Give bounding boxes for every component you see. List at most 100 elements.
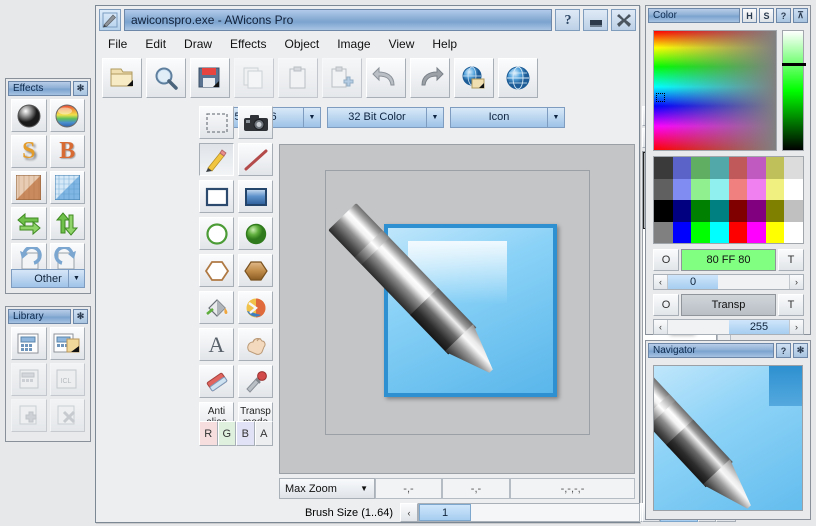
paste-button[interactable] (278, 58, 318, 98)
effects-close-icon[interactable]: ✻ (73, 81, 88, 96)
background-opaque-button[interactable]: O (653, 294, 679, 316)
smudge-tool-button[interactable] (238, 328, 273, 361)
palette-swatch[interactable] (747, 222, 766, 244)
palette-swatch[interactable] (710, 200, 729, 222)
color-palette[interactable] (653, 156, 804, 244)
library-close-icon[interactable]: ✻ (73, 309, 88, 324)
flip-horizontal-effect-button[interactable] (11, 207, 47, 240)
palette-swatch[interactable] (654, 157, 673, 179)
rainbow-sphere-effect-button[interactable] (50, 99, 86, 132)
bg-alpha-increase-button[interactable]: › (789, 320, 803, 334)
palette-swatch[interactable] (691, 222, 710, 244)
background-transparent-button[interactable]: T (778, 294, 804, 316)
brush-size-slider[interactable]: 1 (418, 503, 640, 522)
paste-as-new-button[interactable] (322, 58, 362, 98)
polygon-tool-button[interactable] (199, 254, 234, 287)
minimize-button[interactable] (583, 9, 608, 31)
palette-swatch[interactable] (784, 157, 803, 179)
palette-swatch[interactable] (673, 157, 692, 179)
palette-swatch[interactable] (784, 200, 803, 222)
bold-text-effect-button[interactable]: B (50, 135, 86, 168)
chevron-down-icon[interactable]: ▼ (426, 108, 443, 127)
chevron-down-icon[interactable]: ▼ (547, 108, 564, 127)
background-alpha-value[interactable]: 255 (729, 320, 789, 334)
brush-slider-thumb[interactable]: 1 (419, 504, 471, 521)
fill-tool-button[interactable] (199, 291, 234, 324)
alpha-increase-button[interactable]: › (789, 275, 803, 289)
library-icl-button[interactable]: ICL (50, 363, 86, 396)
library-export-button[interactable] (11, 363, 47, 396)
menu-edit[interactable]: Edit (136, 35, 175, 53)
globe-button[interactable] (498, 58, 538, 98)
filled-polygon-tool-button[interactable] (238, 254, 273, 287)
filled-rectangle-tool-button[interactable] (238, 180, 273, 213)
palette-swatch[interactable] (766, 179, 785, 201)
library-add-button[interactable] (11, 399, 47, 432)
chevron-down-icon[interactable]: ▼ (303, 108, 320, 127)
value-strip[interactable] (782, 30, 804, 151)
menu-file[interactable]: File (99, 35, 136, 53)
menu-image[interactable]: Image (328, 35, 379, 53)
text-tool-button[interactable]: A (199, 328, 234, 361)
menu-object[interactable]: Object (276, 35, 329, 53)
open-from-web-button[interactable] (454, 58, 494, 98)
palette-swatch[interactable] (729, 179, 748, 201)
navigator-close-button[interactable]: ✻ (793, 343, 808, 358)
color-help-button[interactable]: ? (776, 8, 791, 23)
palette-swatch[interactable] (710, 222, 729, 244)
select-tool-button[interactable] (199, 106, 234, 139)
channel-b-toggle[interactable]: B (236, 421, 255, 446)
depth-combo[interactable]: 32 Bit Color ▼ (327, 107, 444, 128)
eyedropper-tool-button[interactable] (238, 365, 273, 398)
search-button[interactable] (146, 58, 186, 98)
palette-swatch[interactable] (654, 200, 673, 222)
color-gradient-picker[interactable] (653, 30, 777, 151)
palette-swatch[interactable] (784, 179, 803, 201)
palette-swatch[interactable] (729, 200, 748, 222)
navigator-preview[interactable] (653, 365, 803, 511)
background-color-swatch[interactable]: Transp (681, 294, 776, 316)
zoom-combo[interactable]: Max Zoom ▼ (279, 478, 375, 499)
open-button[interactable] (102, 58, 142, 98)
palette-swatch[interactable] (766, 157, 785, 179)
foreground-transparent-button[interactable]: T (778, 249, 804, 271)
ellipse-tool-button[interactable] (199, 217, 234, 250)
library-save-button[interactable] (50, 327, 86, 360)
filled-ellipse-tool-button[interactable] (238, 217, 273, 250)
palette-swatch[interactable] (691, 179, 710, 201)
palette-swatch[interactable] (673, 222, 692, 244)
value-marker[interactable] (782, 63, 806, 66)
flip-vertical-effect-button[interactable] (50, 207, 86, 240)
channel-a-toggle[interactable]: A (255, 421, 274, 446)
chevron-down-icon[interactable]: ▼ (360, 484, 368, 493)
effects-other-button[interactable]: Other ▼ (11, 269, 85, 288)
help-button[interactable]: ? (555, 9, 580, 31)
palette-swatch[interactable] (673, 200, 692, 222)
foreground-opaque-button[interactable]: O (653, 249, 679, 271)
rectangle-tool-button[interactable] (199, 180, 234, 213)
palette-swatch[interactable] (710, 157, 729, 179)
save-button[interactable] (190, 58, 230, 98)
saturation-button[interactable]: S (759, 8, 774, 23)
canvas-area[interactable] (279, 144, 635, 474)
texture-effect-button[interactable] (11, 171, 47, 204)
menu-draw[interactable]: Draw (175, 35, 221, 53)
library-delete-button[interactable] (50, 399, 86, 432)
hue-button[interactable]: H (742, 8, 757, 23)
eraser-tool-button[interactable] (199, 365, 234, 398)
navigator-help-button[interactable]: ? (776, 343, 791, 358)
foreground-alpha-slider[interactable]: ‹ 0 › (653, 274, 804, 290)
palette-swatch[interactable] (747, 157, 766, 179)
shadow-text-effect-button[interactable]: S (11, 135, 47, 168)
redo-button[interactable] (410, 58, 450, 98)
palette-swatch[interactable] (673, 179, 692, 201)
color-collapse-button[interactable]: ⊼ (793, 8, 808, 23)
palette-swatch[interactable] (784, 222, 803, 244)
undo-button[interactable] (366, 58, 406, 98)
palette-swatch[interactable] (766, 222, 785, 244)
palette-swatch[interactable] (691, 200, 710, 222)
palette-swatch[interactable] (710, 179, 729, 201)
window-titlebar[interactable]: awiconspro.exe - AWicons Pro ? (99, 9, 636, 31)
palette-swatch[interactable] (654, 179, 673, 201)
gradient-fill-tool-button[interactable] (238, 291, 273, 324)
